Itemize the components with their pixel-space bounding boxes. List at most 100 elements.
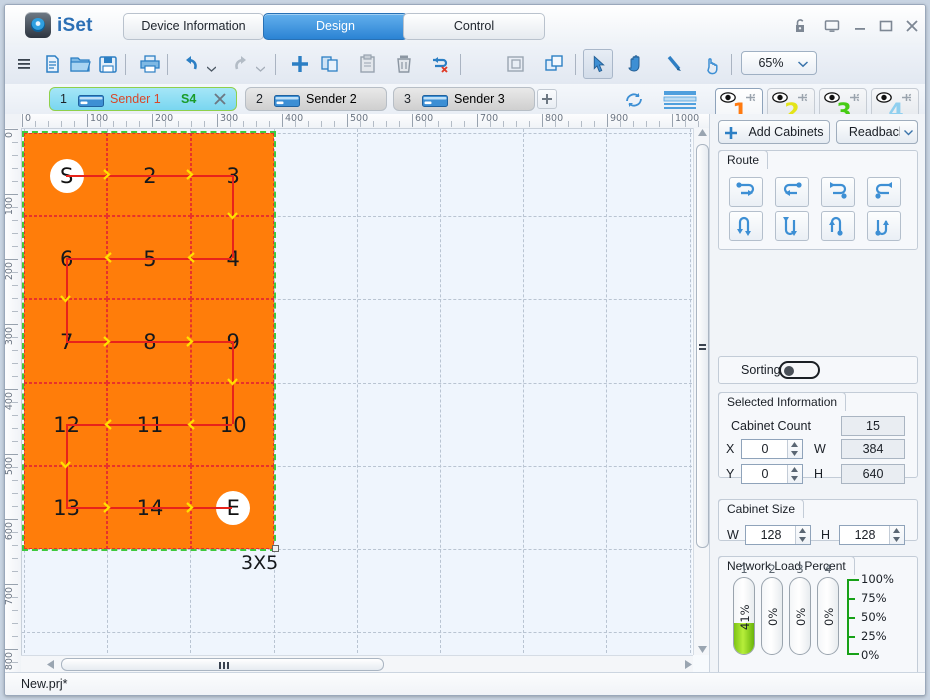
ruler-v-minor [12, 207, 18, 208]
x-value: 0 [761, 442, 769, 456]
cabinet-count-value: 15 [841, 416, 905, 436]
monitor-icon[interactable] [823, 17, 841, 35]
clear-route-icon[interactable] [425, 49, 455, 79]
ruler-v-minor [12, 168, 18, 169]
route-vertical-1[interactable] [729, 211, 763, 241]
horizontal-ruler: 0 100 200 300 400 500 600 700 800 900 1000 [21, 114, 709, 129]
ruler-h-tick [607, 114, 608, 127]
sorting-toggle[interactable] [779, 361, 820, 379]
cabinet-count-label: Cabinet Count [731, 419, 811, 433]
tab-control[interactable]: Control [403, 13, 545, 40]
print-icon[interactable] [135, 49, 165, 79]
right-panel: Add Cabinets Readback Route Sorting Sele… [709, 114, 925, 695]
ruler-v-minor [12, 376, 18, 377]
network-load-port-label: 4 [824, 562, 832, 576]
ruler-v-minor [12, 155, 18, 156]
route-vertical-4[interactable] [867, 211, 901, 241]
cabinet-h-spinner[interactable] [889, 526, 904, 544]
sender-tab-1[interactable]: 1 Sender 1 S4 [49, 87, 237, 111]
vertical-scrollbar[interactable] [693, 128, 710, 655]
sender-tab-3[interactable]: 3 Sender 3 [393, 87, 535, 111]
cabinet-list-icon[interactable] [663, 89, 697, 111]
delete-icon[interactable] [389, 49, 419, 79]
ruler-h-tick [542, 114, 543, 127]
network-load-bar: 0% [789, 577, 811, 655]
cabinet-h-input[interactable]: 128 [839, 525, 905, 545]
ruler-h-minor [165, 121, 166, 127]
route-arrow [226, 211, 238, 222]
zoom-select[interactable]: 65% [741, 51, 817, 75]
network-load-value: 0% [794, 607, 808, 627]
sender-tab-1-badge: S4 [181, 92, 197, 106]
maximize-icon[interactable] [877, 17, 895, 35]
sender-tab-1-label: Sender 1 [110, 92, 161, 106]
unlock-icon[interactable] [791, 17, 809, 35]
tab-device-information[interactable]: Device Information [123, 13, 264, 40]
y-input[interactable]: 0 [741, 464, 803, 484]
add-cabinets-button[interactable]: Add Cabinets [718, 120, 830, 144]
x-spinner[interactable] [787, 440, 802, 458]
ruler-h-minor [321, 121, 322, 127]
copy-icon[interactable] [315, 49, 345, 79]
ruler-h-minor [373, 121, 374, 127]
redo-icon[interactable] [225, 49, 255, 79]
route-horizontal-3[interactable] [821, 177, 855, 207]
new-file-icon[interactable] [37, 49, 67, 79]
grid-line-vertical [689, 129, 691, 658]
horizontal-scrollbar[interactable] [21, 655, 693, 673]
open-folder-icon[interactable] [65, 49, 95, 79]
undo-icon[interactable] [177, 49, 207, 79]
work-area: 0 100 200 300 400 500 600 700 800 900 1000 0 100 200… [5, 114, 710, 673]
refresh-icon[interactable] [623, 90, 645, 110]
route-horizontal-4[interactable] [867, 177, 901, 207]
y-spinner[interactable] [787, 465, 802, 483]
ruler-h-minor [204, 121, 205, 127]
screen-block[interactable]: S 2 3 6 5 4 7 8 9 12 11 10 13 14 E [22, 131, 276, 551]
cabinet-w-spinner[interactable] [795, 526, 810, 544]
ruler-v-tick [5, 324, 18, 325]
paste-icon[interactable] [353, 49, 383, 79]
menu-icon[interactable] [9, 49, 39, 79]
route-horizontal-1[interactable] [729, 177, 763, 207]
pan-tool-icon[interactable] [621, 49, 651, 79]
group-icon[interactable] [501, 49, 531, 79]
ruler-h-tick [412, 114, 413, 127]
sorting-label: Sorting [741, 363, 781, 377]
line-tool-icon[interactable] [659, 49, 689, 79]
route-vertical-3[interactable] [821, 211, 855, 241]
ruler-v-minor [12, 415, 18, 416]
route-horizontal-2[interactable] [775, 177, 809, 207]
vertical-scroll-thumb[interactable] [696, 144, 709, 548]
x-input[interactable]: 0 [741, 439, 803, 459]
sender-tab-1-close-icon[interactable] [213, 91, 227, 107]
ungroup-icon[interactable] [539, 49, 569, 79]
minimize-icon[interactable] [851, 17, 869, 35]
tab-design[interactable]: Design [263, 13, 408, 40]
redo-dropdown-icon[interactable] [255, 61, 266, 72]
ruler-h-minor [308, 121, 309, 127]
hand-pointer-icon[interactable] [697, 49, 727, 79]
select-tool-icon[interactable] [583, 49, 613, 79]
realtime-mapping-toggle[interactable] [867, 695, 908, 696]
chevron-down-icon [798, 61, 808, 68]
ruler-v-minor [12, 181, 18, 182]
cabinet-w-input[interactable]: 128 [745, 525, 811, 545]
add-sender-button[interactable] [537, 89, 557, 109]
ruler-h-minor [243, 121, 244, 127]
save-icon[interactable] [93, 49, 123, 79]
route-vertical-2[interactable] [775, 211, 809, 241]
design-canvas[interactable]: S 2 3 6 5 4 7 8 9 12 11 10 13 14 E 3X5 [22, 129, 692, 658]
sender-tab-2[interactable]: 2 Sender 2 [245, 87, 387, 111]
route-arrow [185, 169, 196, 180]
ruler-h-tick [152, 114, 153, 127]
ruler-v-minor [12, 545, 18, 546]
horizontal-scroll-thumb[interactable] [61, 658, 384, 671]
ruler-v-minor [12, 233, 18, 234]
close-icon[interactable] [903, 17, 921, 35]
undo-dropdown-icon[interactable] [206, 61, 217, 72]
ruler-v-tick [5, 259, 18, 260]
network-load-scale-label: 50% [861, 610, 887, 624]
readback-dropdown-icon[interactable] [900, 120, 918, 144]
resize-handle-bottom-right[interactable] [272, 545, 279, 552]
add-icon[interactable] [285, 49, 315, 79]
